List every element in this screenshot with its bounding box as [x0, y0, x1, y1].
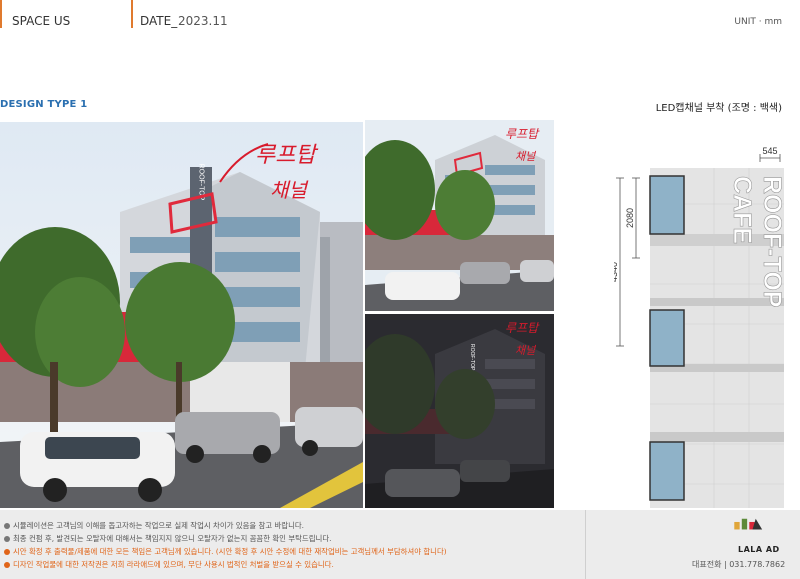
- company-logo-icon: [734, 518, 763, 530]
- note-1: 시뮬레이션은 고객님의 이해를 돕고자하는 작업으로 실제 작업시 차이가 있음…: [4, 520, 304, 531]
- sign-text-night: ROOF-TOP: [469, 344, 475, 371]
- dim-letter-height: 2080: [625, 208, 635, 228]
- note-text: 디자인 작업물에 대한 저작권은 저희 라라애드에 있으며, 무단 사용시 법적…: [13, 560, 334, 569]
- footer-divider: [585, 510, 586, 579]
- note-text: 시뮬레이션은 고객님의 이해를 돕고자하는 작업으로 실제 작업시 차이가 있음…: [13, 521, 305, 530]
- project-name: SPACE US: [12, 14, 71, 28]
- note-text: 시안 확정 후 출력물/제품에 대한 모든 책임은 고객님께 있습니다. (시안…: [13, 547, 447, 556]
- handwriting-small-line2: 채널: [515, 150, 537, 163]
- header: SPACE US DATE_ 2023.11 UNIT · mm: [0, 0, 800, 40]
- handwriting-line1: 루프탑: [255, 143, 318, 168]
- channel-letters-line1: ROOF-TOP: [758, 176, 786, 307]
- unit-label: UNIT · mm: [734, 17, 782, 27]
- day-simulation-photo: YLC 루프탑 채널: [365, 120, 554, 311]
- sign-spec-title: LED캡채널 부착 (조명 : 백색): [655, 103, 782, 114]
- date-label: DATE_: [140, 14, 178, 28]
- main-simulation-photo: ROOF-TOP YLC 루프탑 채널: [0, 122, 363, 508]
- dim-width: 545: [762, 146, 777, 156]
- handwriting-night-line2: 채널: [515, 344, 537, 357]
- bullet-icon: [4, 536, 10, 542]
- note-3: 시안 확정 후 출력물/제품에 대한 모든 책임은 고객님께 있습니다. (시안…: [4, 546, 447, 557]
- handwriting-small-line1: 루프탑: [505, 127, 540, 141]
- company-phone: 대표전화 | 031.778.7862: [692, 560, 786, 569]
- note-2: 최종 컨펌 후, 발견되는 오탈자에 대해서는 책임지지 않으니 오탈자가 없는…: [4, 533, 331, 544]
- note-4: 디자인 작업물에 대한 저작권은 저희 라라애드에 있으며, 무단 사용시 법적…: [4, 559, 334, 570]
- company-logo-text: LALA AD: [738, 545, 780, 554]
- header-accent-bar: [131, 0, 133, 28]
- note-text: 최종 컨펌 후, 발견되는 오탈자에 대해서는 책임지지 않으니 오탈자가 없는…: [13, 534, 332, 543]
- notes-footer: 시뮬레이션은 고객님의 이해를 돕고자하는 작업으로 실제 작업시 차이가 있음…: [0, 510, 800, 579]
- bullet-icon: [4, 549, 10, 555]
- night-simulation-photo: ROOF-TOP 루프탑 채널: [365, 314, 554, 508]
- date-value: 2023.11: [178, 14, 228, 28]
- channel-letters-line2: CAFE: [728, 176, 756, 244]
- header-accent-bar: [0, 0, 2, 28]
- design-type-title: DESIGN TYPE 1: [0, 99, 88, 110]
- bullet-icon: [4, 562, 10, 568]
- elevation-drawing: 545 4340 2080 ROOF-TOP CAFE: [609, 144, 786, 508]
- dim-total-height: 4340: [614, 262, 619, 282]
- handwriting-night-line1: 루프탑: [505, 321, 540, 335]
- handwriting-line2: 채널: [270, 178, 309, 202]
- bullet-icon: [4, 523, 10, 529]
